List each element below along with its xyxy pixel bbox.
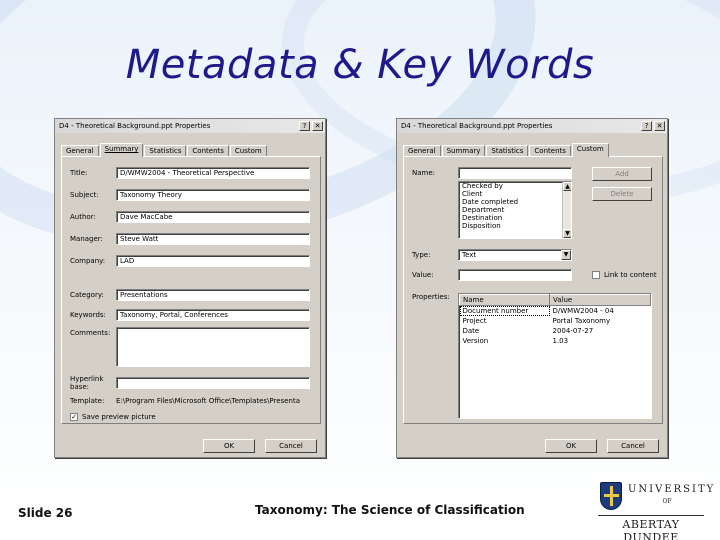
save-preview-label: Save preview picture bbox=[82, 413, 156, 421]
property-name: Version bbox=[462, 337, 489, 345]
category-field[interactable]: Presentations bbox=[116, 289, 310, 301]
property-value: 1.03 bbox=[552, 337, 569, 345]
name-field[interactable] bbox=[458, 167, 572, 179]
delete-button[interactable]: Delete bbox=[592, 187, 652, 201]
dialog-titlebar: D4 - Theoretical Background.ppt Properti… bbox=[55, 119, 325, 133]
manager-label: Manager: bbox=[70, 235, 103, 243]
table-row[interactable]: Date 2004-07-27 bbox=[460, 326, 651, 336]
title-label: Title: bbox=[70, 169, 88, 177]
list-scrollbar[interactable]: ▲ ▼ bbox=[562, 182, 571, 238]
comments-label: Comments: bbox=[70, 329, 111, 337]
property-name: Date bbox=[462, 327, 480, 335]
list-item[interactable]: Checked by bbox=[459, 182, 571, 190]
title-field[interactable]: D/WMW2004 - Theoretical Perspective bbox=[116, 167, 310, 179]
dialog-title: D4 - Theoretical Background.ppt Properti… bbox=[401, 122, 553, 130]
cancel-button[interactable]: Cancel bbox=[265, 439, 317, 453]
company-label: Company: bbox=[70, 257, 106, 265]
comments-field[interactable] bbox=[116, 327, 310, 367]
save-preview-checkbox[interactable]: ✓ bbox=[70, 413, 78, 421]
crest-icon bbox=[600, 482, 622, 510]
link-to-content-checkbox[interactable] bbox=[592, 271, 600, 279]
ok-button[interactable]: OK bbox=[203, 439, 255, 453]
slide-number: Slide 26 bbox=[18, 506, 73, 520]
tab-strip: General Summary Statistics Contents Cust… bbox=[403, 143, 610, 157]
property-value: D/WMW2004 - 04 bbox=[552, 307, 614, 315]
template-label: Template: bbox=[70, 397, 105, 405]
close-button[interactable]: ✕ bbox=[312, 121, 323, 131]
chevron-down-icon[interactable]: ▼ bbox=[561, 250, 571, 260]
type-label: Type: bbox=[412, 251, 431, 259]
company-field[interactable]: LAD bbox=[116, 255, 310, 267]
logo-divider bbox=[598, 515, 704, 516]
scroll-down-icon[interactable]: ▼ bbox=[563, 229, 571, 238]
property-name: Project bbox=[462, 317, 487, 325]
table-row[interactable]: Version 1.03 bbox=[460, 336, 651, 346]
link-to-content-label: Link to content bbox=[604, 271, 657, 279]
table-row[interactable]: Document number D/WMW2004 - 04 bbox=[459, 305, 651, 316]
table-row[interactable]: Project Portal Taxonomy bbox=[460, 316, 651, 326]
keywords-label: Keywords: bbox=[70, 311, 106, 319]
property-value: 2004-07-27 bbox=[552, 327, 594, 335]
footer-text: Taxonomy: The Science of Classification bbox=[255, 503, 525, 517]
summary-panel: Title: D/WMW2004 - Theoretical Perspecti… bbox=[61, 156, 321, 424]
subject-label: Subject: bbox=[70, 191, 99, 199]
properties-table[interactable]: Name Value Document number D/WMW2004 - 0… bbox=[458, 293, 652, 419]
list-item[interactable]: Department bbox=[459, 206, 571, 214]
logo-line1: UNIVERSITY bbox=[628, 484, 716, 495]
author-field[interactable]: Dave MacCabe bbox=[116, 211, 310, 223]
name-label: Name: bbox=[412, 169, 436, 177]
type-value: Text bbox=[462, 251, 477, 259]
value-label: Value: bbox=[412, 271, 434, 279]
list-item[interactable]: Date completed bbox=[459, 198, 571, 206]
type-select[interactable]: Text ▼ bbox=[458, 249, 572, 261]
help-button[interactable]: ? bbox=[641, 121, 652, 131]
custom-properties-dialog: D4 - Theoretical Background.ppt Properti… bbox=[396, 118, 668, 458]
list-item[interactable]: Destination bbox=[459, 214, 571, 222]
author-label: Author: bbox=[70, 213, 96, 221]
column-header-value[interactable]: Value bbox=[549, 294, 651, 306]
category-label: Category: bbox=[70, 291, 104, 299]
name-list[interactable]: Checked by Client Date completed Departm… bbox=[458, 181, 572, 239]
custom-panel: Name: Checked by Client Date completed D… bbox=[403, 156, 663, 424]
summary-properties-dialog: D4 - Theoretical Background.ppt Properti… bbox=[54, 118, 326, 458]
dialog-title: D4 - Theoretical Background.ppt Properti… bbox=[59, 122, 211, 130]
add-button[interactable]: Add bbox=[592, 167, 652, 181]
manager-field[interactable]: Steve Watt bbox=[116, 233, 310, 245]
list-item[interactable]: Disposition bbox=[459, 222, 571, 230]
tab-strip: General Summary Statistics Contents Cust… bbox=[61, 143, 268, 157]
keywords-field[interactable]: Taxonomy, Portal, Conferences bbox=[116, 309, 310, 321]
properties-label: Properties: bbox=[412, 293, 450, 301]
close-button[interactable]: ✕ bbox=[654, 121, 665, 131]
cancel-button[interactable]: Cancel bbox=[607, 439, 659, 453]
hyperlink-base-label: Hyperlink base: bbox=[70, 375, 104, 391]
subject-field[interactable]: Taxonomy Theory bbox=[116, 189, 310, 201]
column-header-name[interactable]: Name bbox=[459, 294, 550, 306]
tab-custom[interactable]: Custom bbox=[571, 143, 609, 157]
list-item[interactable]: Client bbox=[459, 190, 571, 198]
dialog-titlebar: D4 - Theoretical Background.ppt Properti… bbox=[397, 119, 667, 133]
help-button[interactable]: ? bbox=[299, 121, 310, 131]
logo-line3: ABERTAY DUNDEE bbox=[622, 518, 680, 540]
property-value: Portal Taxonomy bbox=[552, 317, 611, 325]
scroll-up-icon[interactable]: ▲ bbox=[563, 182, 571, 191]
logo-line2: OF bbox=[662, 498, 672, 505]
value-field[interactable] bbox=[458, 269, 572, 281]
tab-summary[interactable]: Summary bbox=[99, 143, 144, 157]
hyperlink-base-field[interactable] bbox=[116, 377, 310, 389]
ok-button[interactable]: OK bbox=[545, 439, 597, 453]
template-value: E:\Program Files\Microsoft Office\Templa… bbox=[116, 397, 300, 405]
slide-title: Metadata & Key Words bbox=[125, 42, 595, 88]
university-logo: UNIVERSITY OF ABERTAY DUNDEE bbox=[594, 478, 716, 540]
property-name: Document number bbox=[459, 305, 550, 316]
